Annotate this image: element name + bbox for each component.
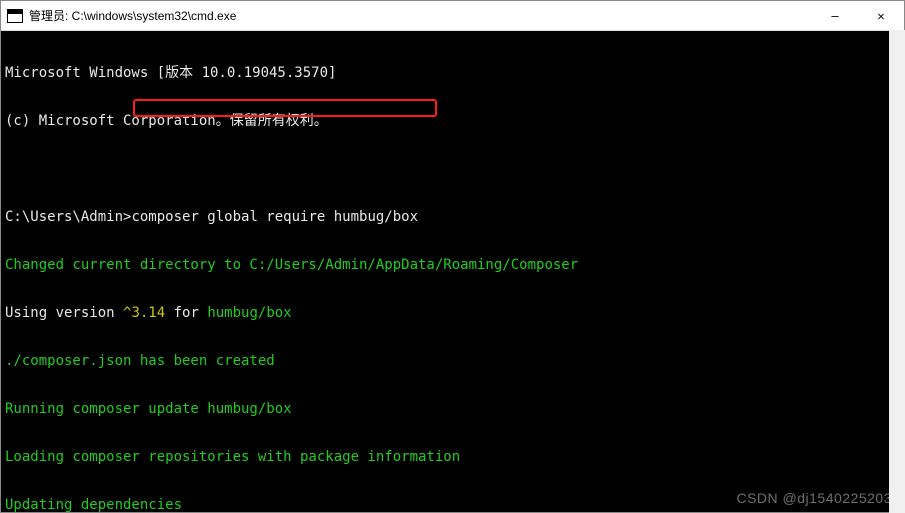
prompt-path: C:\Users\Admin> bbox=[5, 209, 131, 225]
uv-ver: ^3.14 bbox=[123, 305, 165, 321]
terminal-area[interactable]: Microsoft Windows [版本 10.0.19045.3570] (… bbox=[1, 31, 904, 512]
using-version-line: Using version ^3.14 for humbug/box bbox=[5, 305, 900, 321]
minimize-button[interactable]: — bbox=[812, 1, 858, 31]
blank-line bbox=[5, 161, 900, 177]
loading-line: Loading composer repositories with packa… bbox=[5, 449, 900, 465]
prompt-command: composer global require humbug/box bbox=[131, 209, 418, 225]
watermark-text: CSDN @dj1540225203 bbox=[736, 490, 892, 506]
prompt-line: C:\Users\Admin>composer global require h… bbox=[5, 209, 900, 225]
running-line: Running composer update humbug/box bbox=[5, 401, 900, 417]
uv-pre: Using version bbox=[5, 305, 123, 321]
cmd-icon bbox=[7, 9, 23, 23]
created-line: ./composer.json has been created bbox=[5, 353, 900, 369]
window-controls: — ✕ bbox=[812, 1, 904, 31]
window-frame: 管理员: C:\windows\system32\cmd.exe — ✕ Mic… bbox=[0, 0, 905, 513]
uv-mid: for bbox=[165, 305, 207, 321]
header-line-2: (c) Microsoft Corporation。保留所有权利。 bbox=[5, 113, 900, 129]
titlebar[interactable]: 管理员: C:\windows\system32\cmd.exe — ✕ bbox=[1, 1, 904, 31]
header-line-1: Microsoft Windows [版本 10.0.19045.3570] bbox=[5, 65, 900, 81]
window-title: 管理员: C:\windows\system32\cmd.exe bbox=[29, 7, 236, 24]
uv-pkg: humbug/box bbox=[207, 305, 291, 321]
changed-dir-line: Changed current directory to C:/Users/Ad… bbox=[5, 257, 900, 273]
vertical-scrollbar[interactable] bbox=[889, 30, 905, 513]
close-button[interactable]: ✕ bbox=[858, 1, 904, 31]
